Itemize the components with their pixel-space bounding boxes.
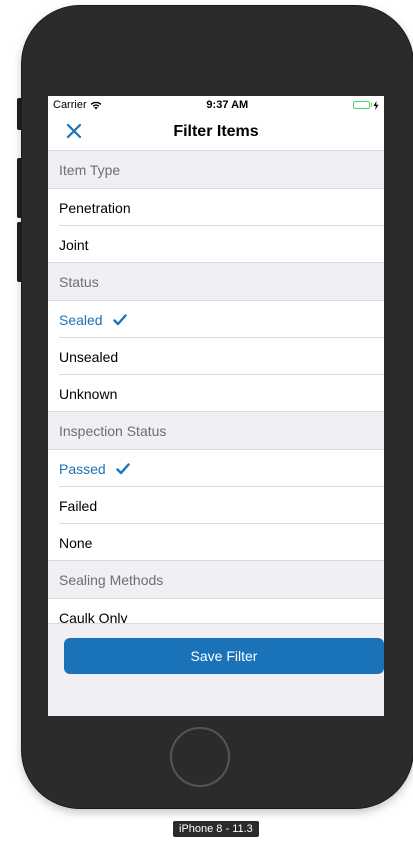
filter-option-label: Sealed bbox=[59, 311, 103, 328]
filter-option[interactable]: Penetration bbox=[48, 189, 384, 226]
section-header: Sealing Methods bbox=[48, 561, 384, 599]
section-header: Item Type bbox=[48, 151, 384, 189]
status-time: 9:37 AM bbox=[206, 99, 249, 111]
section-header: Status bbox=[48, 263, 384, 301]
page-title: Filter Items bbox=[173, 123, 259, 140]
status-bar: Carrier 9:37 AM bbox=[48, 96, 384, 114]
filter-option-label: Unsealed bbox=[59, 348, 119, 365]
battery-icon bbox=[353, 100, 379, 110]
navigation-bar: Filter Items bbox=[48, 114, 384, 151]
filter-option-label: Penetration bbox=[59, 199, 131, 216]
filter-list: Item Type Penetration Joint Status Sealed Uns… bbox=[48, 151, 384, 636]
wifi-icon bbox=[90, 101, 102, 109]
filter-option-label: Joint bbox=[59, 236, 89, 253]
charging-icon bbox=[373, 100, 379, 110]
app-screen: Carrier 9:37 AM Filter Items Item Type Pe… bbox=[48, 96, 384, 716]
checkmark-icon bbox=[112, 313, 127, 325]
checkmark-icon bbox=[116, 462, 130, 474]
footer-bar: Save Filter bbox=[48, 623, 384, 716]
filter-option[interactable]: Sealed bbox=[48, 301, 384, 338]
filter-option[interactable]: Unknown bbox=[48, 375, 384, 412]
filter-option[interactable]: Failed bbox=[48, 487, 384, 524]
filter-option-label: Failed bbox=[59, 497, 98, 514]
volume-down-button bbox=[17, 222, 22, 282]
volume-up-button bbox=[17, 158, 22, 218]
carrier-label: Carrier bbox=[53, 99, 87, 111]
filter-option-label: None bbox=[59, 534, 93, 551]
filter-option[interactable]: None bbox=[48, 524, 384, 561]
filter-option[interactable]: Passed bbox=[48, 450, 384, 487]
filter-option[interactable]: Unsealed bbox=[48, 338, 384, 375]
save-filter-button[interactable]: Save Filter bbox=[64, 638, 384, 674]
filter-option-label: Passed bbox=[59, 460, 106, 477]
close-icon[interactable] bbox=[64, 121, 84, 141]
mute-switch bbox=[17, 98, 22, 130]
carrier-group: Carrier bbox=[53, 99, 102, 111]
section-header: Inspection Status bbox=[48, 412, 384, 450]
filter-option-label: Unknown bbox=[59, 385, 118, 402]
home-button[interactable] bbox=[170, 727, 230, 787]
device-label: iPhone 8 - 11.3 bbox=[173, 821, 259, 837]
filter-option[interactable]: Joint bbox=[48, 226, 384, 263]
